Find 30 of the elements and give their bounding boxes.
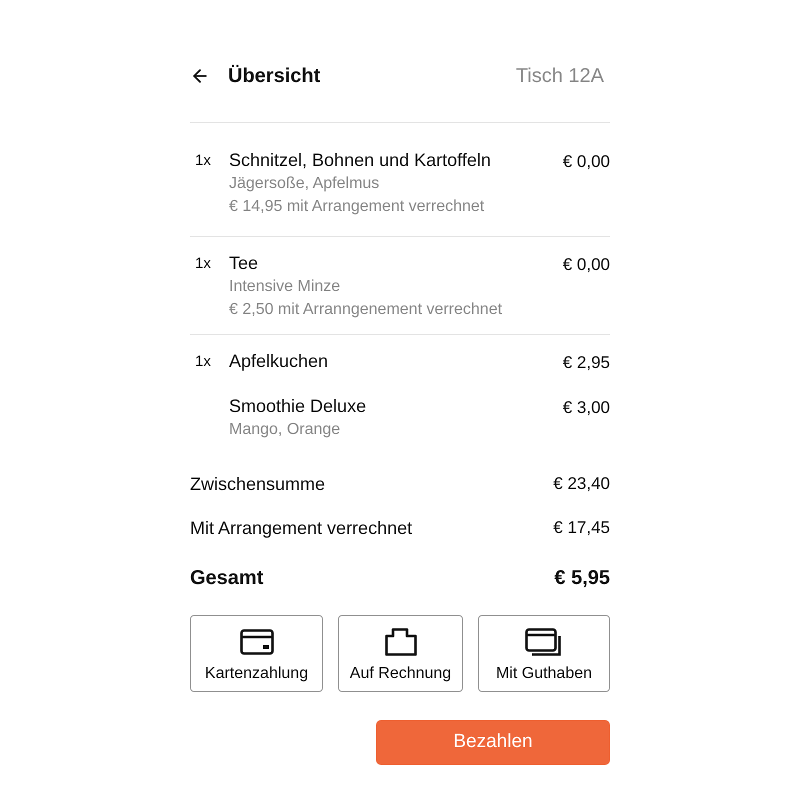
subtotal-label: Mit Arrangement verrechnet [190, 517, 412, 540]
item-name: Tee [229, 252, 260, 275]
payment-option-button[interactable]: Auf Rechnung [338, 615, 463, 692]
item-price: € 3,00 [562, 397, 610, 418]
item-price: € 0,00 [562, 254, 610, 275]
item-detail: € 14,95 mit Arrangement verrechnet [229, 197, 486, 217]
card-icon [240, 629, 274, 655]
item-name: Smoothie Deluxe [229, 395, 368, 418]
item-detail: Jägersoße, Apfelmus [229, 174, 380, 194]
subtotal-amount: € 23,40 [553, 473, 610, 495]
item-quantity: 1x [195, 151, 211, 171]
payment-option-button[interactable]: Kartenzahlung [190, 615, 323, 692]
notched-box-icon [384, 628, 416, 656]
page-title: Übersicht [228, 64, 320, 89]
item-detail: Mango, Orange [229, 420, 342, 440]
item-quantity: 1x [195, 352, 211, 372]
subtotal-amount: € 17,45 [553, 517, 610, 539]
item-quantity: 1x [195, 254, 211, 274]
total-label: Gesamt [190, 566, 264, 591]
item-name: Apfelkuchen [229, 350, 330, 373]
item-price: € 2,95 [562, 352, 610, 373]
item-detail: € 2,50 mit Arranngenement verrechnet [229, 300, 504, 320]
table-label: Tisch 12A [516, 64, 604, 89]
stacked-cards-icon [525, 628, 563, 656]
item-price: € 0,00 [562, 151, 610, 172]
total-amount: € 5,95 [554, 566, 610, 591]
item-name: Schnitzel, Bohnen und Kartoffeln [229, 149, 492, 172]
item-detail: Intensive Minze [229, 277, 342, 297]
subtotal-label: Zwischensumme [190, 473, 326, 496]
payment-option-button[interactable]: Mit Guthaben [478, 615, 610, 692]
